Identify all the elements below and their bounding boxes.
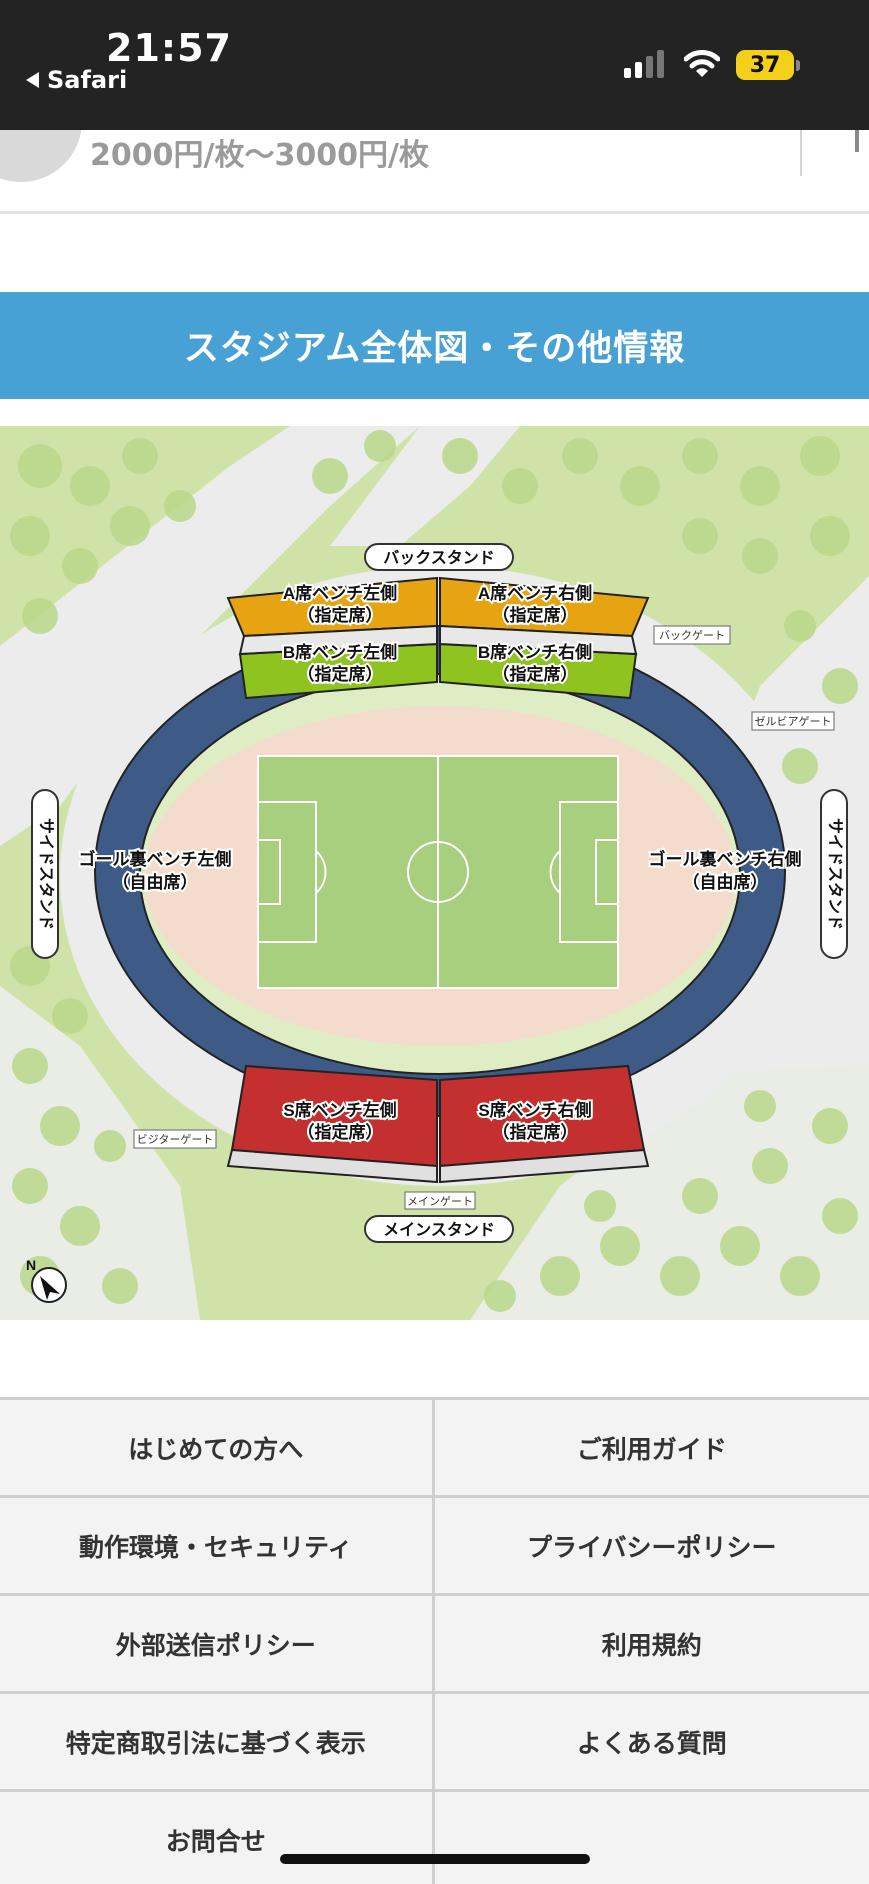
seat-label-goal-left-type: （自由席） <box>113 872 198 892</box>
ticket-price-row: 2000円/枚〜3000円/枚 <box>0 130 869 214</box>
seat-label-s-left: S席ベンチ左側 <box>283 1100 396 1120</box>
gate-zelvia: ゼルビアゲート <box>751 711 835 731</box>
gate-back: バックゲート <box>653 625 731 645</box>
stand-label-side-right: サイドスタンド <box>820 789 848 959</box>
seat-label-goal-right: ゴール裏ベンチ右側 <box>649 849 802 869</box>
seat-label-a-left: A席ベンチ左側 <box>283 583 397 603</box>
seat-label-goal-right-type: （自由席） <box>683 872 768 892</box>
back-to-safari-button[interactable]: Safari <box>26 66 127 94</box>
gate-main: メインゲート <box>404 1191 476 1210</box>
footer-link-guide[interactable]: ご利用ガイド <box>435 1400 869 1495</box>
seat-label-a-right: A席ベンチ右側 <box>478 583 592 603</box>
wifi-icon <box>684 50 720 77</box>
divider <box>800 130 802 176</box>
svg-text:N: N <box>26 1257 36 1273</box>
seat-label-s-right: S席ベンチ右側 <box>478 1100 591 1120</box>
section-title: スタジアム全体図・その他情報 <box>0 292 869 399</box>
seat-label-s-right-type: （指定席） <box>493 1122 578 1142</box>
stand-label-main: メインスタンド <box>364 1215 514 1243</box>
status-time: 21:57 <box>106 26 232 70</box>
footer-link-environment-security[interactable]: 動作環境・セキュリティ <box>0 1498 435 1593</box>
back-arrow-icon <box>26 72 39 88</box>
status-bar: 21:57 Safari 37 <box>0 0 869 130</box>
footer-link-faq[interactable]: よくある質問 <box>435 1694 869 1789</box>
stadium-map: A席ベンチ左側 （指定席） A席ベンチ右側 （指定席） B席ベンチ左側 （指定席… <box>0 426 869 1320</box>
battery-cap-icon <box>796 60 800 71</box>
footer-link-privacy-policy[interactable]: プライバシーポリシー <box>435 1498 869 1593</box>
footer-link-external-transmission[interactable]: 外部送信ポリシー <box>0 1596 435 1691</box>
gate-visitor: ビジターゲート <box>133 1129 217 1149</box>
seat-label-goal-left: ゴール裏ベンチ左側 <box>79 849 232 869</box>
footer-row: 外部送信ポリシー 利用規約 <box>0 1596 869 1694</box>
svg-text:バックゲート: バックゲート <box>659 629 725 642</box>
svg-text:メインゲート: メインゲート <box>407 1195 473 1208</box>
footer-link-terms[interactable]: 利用規約 <box>435 1596 869 1691</box>
footer-row: 動作環境・セキュリティ プライバシーポリシー <box>0 1498 869 1596</box>
footer-empty-cell <box>435 1792 869 1884</box>
svg-text:バックスタンド: バックスタンド <box>383 549 495 567</box>
svg-text:ゼルビアゲート: ゼルビアゲート <box>755 715 832 728</box>
seat-label-a-left-type: （指定席） <box>298 605 383 625</box>
seat-thumbnail <box>0 130 82 182</box>
back-app-label: Safari <box>47 66 128 94</box>
cellular-signal-icon <box>624 50 664 78</box>
footer-row: お問合せ <box>0 1792 869 1884</box>
ticket-price-range: 2000円/枚〜3000円/枚 <box>90 138 429 173</box>
footer-nav: はじめての方へ ご利用ガイド 動作環境・セキュリティ プライバシーポリシー 外部… <box>0 1397 869 1884</box>
battery-indicator: 37 <box>736 50 794 80</box>
home-indicator[interactable] <box>280 1854 590 1864</box>
footer-link-contact[interactable]: お問合せ <box>0 1792 435 1884</box>
svg-text:サイドスタンド: サイドスタンド <box>826 818 844 930</box>
football-pitch <box>257 755 619 989</box>
stand-label-side-left: サイドスタンド <box>31 789 59 959</box>
seat-label-b-right: B席ベンチ右側 <box>478 642 592 662</box>
footer-row: はじめての方へ ご利用ガイド <box>0 1400 869 1498</box>
quantity-control[interactable] <box>855 130 859 152</box>
seat-label-s-left-type: （指定席） <box>298 1122 383 1142</box>
seat-label-b-right-type: （指定席） <box>493 664 578 684</box>
footer-link-commercial-law[interactable]: 特定商取引法に基づく表示 <box>0 1694 435 1789</box>
svg-text:ビジターゲート: ビジターゲート <box>137 1133 214 1146</box>
footer-link-beginners[interactable]: はじめての方へ <box>0 1400 435 1495</box>
seat-label-b-left-type: （指定席） <box>298 664 383 684</box>
svg-text:メインスタンド: メインスタンド <box>383 1221 495 1239</box>
seat-label-a-right-type: （指定席） <box>493 605 578 625</box>
stand-label-back: バックスタンド <box>364 543 514 571</box>
seat-label-b-left: B席ベンチ左側 <box>283 642 397 662</box>
footer-row: 特定商取引法に基づく表示 よくある質問 <box>0 1694 869 1792</box>
svg-text:サイドスタンド: サイドスタンド <box>37 818 55 930</box>
